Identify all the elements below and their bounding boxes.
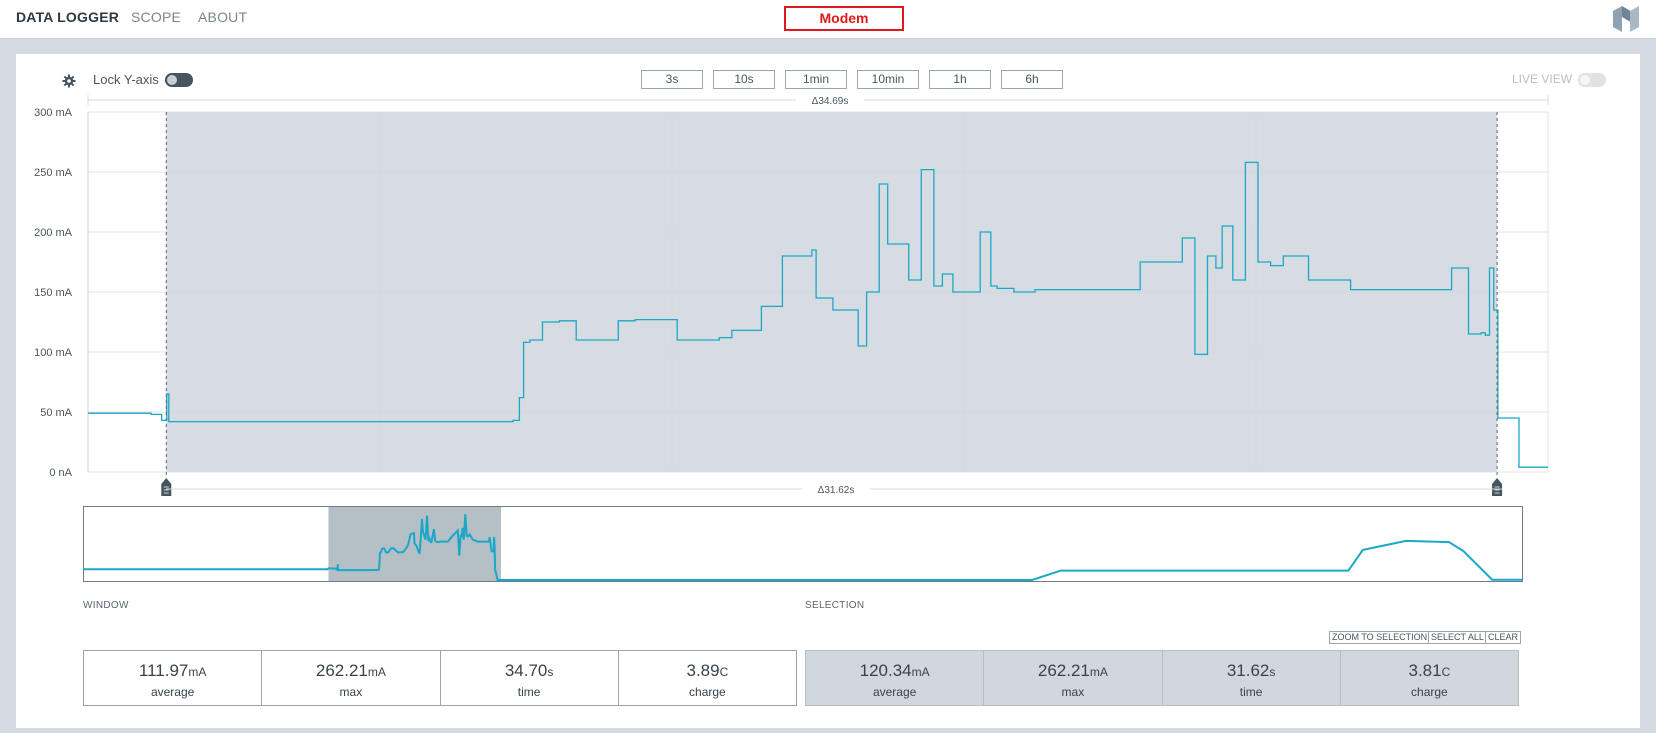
zoom-to-selection-button[interactable]: ZOOM TO SELECTION <box>1329 631 1431 644</box>
stat-name: average <box>872 685 917 699</box>
stat-unit: s <box>1269 665 1276 679</box>
selection-area[interactable] <box>166 112 1498 472</box>
stat-name: max <box>339 685 363 699</box>
live-view-label: LIVE VIEW <box>1512 72 1573 86</box>
select-all-button[interactable]: SELECT ALL <box>1428 631 1487 644</box>
toggle-knob <box>167 75 177 85</box>
range-button-6h[interactable]: 6h <box>1001 70 1063 89</box>
window-average: 111.97mA average <box>84 651 263 705</box>
settings-gear-icon[interactable] <box>62 74 76 88</box>
stat-unit: s <box>547 665 554 679</box>
y-tick-label: 150 mA <box>34 287 73 299</box>
window-stats-label: WINDOW <box>83 600 129 611</box>
y-tick-label: 200 mA <box>34 227 73 239</box>
range-button-10min[interactable]: 10min <box>857 70 919 89</box>
stat-name: charge <box>689 685 726 699</box>
y-tick-label: 250 mA <box>34 167 73 179</box>
top-navbar: DATA LOGGER SCOPE ABOUT Modem <box>0 0 1656 39</box>
nav-about[interactable]: ABOUT <box>198 9 247 25</box>
range-button-1min[interactable]: 1min <box>785 70 847 89</box>
selection-span-indicator: Δ31.62s <box>166 482 1502 496</box>
selection-max: 262.21mA max <box>984 651 1163 705</box>
stat-value: 262.21 <box>1037 661 1090 680</box>
stat-unit: mA <box>1089 665 1108 679</box>
stat-name: average <box>150 685 195 699</box>
range-button-10s[interactable]: 10s <box>713 70 775 89</box>
stat-unit: C <box>719 665 729 679</box>
y-axis: 300 mA 250 mA 200 mA 150 mA 100 mA 50 mA 0 nA <box>34 107 73 479</box>
y-tick-label: 50 mA <box>40 407 72 419</box>
y-tick-label: 100 mA <box>34 347 73 359</box>
stat-value: 111.97 <box>138 661 189 680</box>
stat-unit: mA <box>367 665 386 679</box>
y-tick-label: 300 mA <box>34 107 73 119</box>
window-span-indicator: Δ34.69s <box>87 94 1549 107</box>
stat-value: 3.89 <box>686 661 720 680</box>
toggle-knob <box>1580 75 1590 85</box>
minimap-overview[interactable] <box>83 506 1523 584</box>
stat-value: 31.62 <box>1226 661 1270 680</box>
device-name[interactable]: Modem <box>784 6 904 31</box>
stat-name: time <box>1239 685 1263 699</box>
data-logger-panel: Lock Y-axis 3s 10s 1min 10min 1h 6h LIVE… <box>16 54 1640 728</box>
window-time: 34.70s time <box>441 651 619 705</box>
nav-scope[interactable]: SCOPE <box>131 9 181 25</box>
range-button-3s[interactable]: 3s <box>641 70 703 89</box>
window-stats: 111.97mA average 262.21mA max 34.70s tim… <box>83 650 797 706</box>
window-max: 262.21mA max <box>262 651 441 705</box>
stat-value: 262.21 <box>315 661 368 680</box>
stat-unit: mA <box>911 665 930 679</box>
current-chart[interactable]: 300 mA250 mA200 mA150 mA100 mA50 mA0 nA … <box>16 94 1640 564</box>
lock-y-axis-toggle[interactable] <box>165 73 193 87</box>
stat-value: 120.34 <box>859 661 912 680</box>
window-delta: Δ34.69s <box>812 96 849 107</box>
range-button-1h[interactable]: 1h <box>929 70 991 89</box>
stat-name: max <box>1061 685 1085 699</box>
selection-charge: 3.81C charge <box>1341 651 1518 705</box>
stat-unit: mA <box>188 665 207 679</box>
stat-name: time <box>517 685 541 699</box>
window-charge: 3.89C charge <box>619 651 796 705</box>
lock-y-axis-label: Lock Y-axis <box>93 72 159 87</box>
nav-data-logger[interactable]: DATA LOGGER <box>16 9 119 25</box>
y-tick-label: 0 nA <box>49 467 72 479</box>
stat-value: 34.70 <box>504 661 548 680</box>
nordic-logo-icon <box>1613 6 1639 32</box>
selection-time: 31.62s time <box>1163 651 1341 705</box>
stat-value: 3.81 <box>1408 661 1442 680</box>
selection-stats-label: SELECTION <box>805 600 865 611</box>
clear-button[interactable]: CLEAR <box>1485 631 1522 644</box>
live-view-toggle[interactable] <box>1578 73 1606 87</box>
selection-average: 120.34mA average <box>806 651 985 705</box>
selection-delta: Δ31.62s <box>818 485 855 496</box>
stat-name: charge <box>1411 685 1448 699</box>
stat-unit: C <box>1441 665 1451 679</box>
selection-stats: 120.34mA average 262.21mA max 31.62s tim… <box>805 650 1519 706</box>
